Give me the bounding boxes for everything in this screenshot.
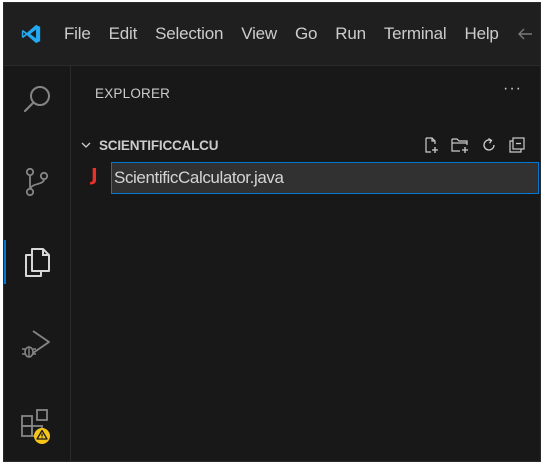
activity-explorer[interactable] [4,232,70,292]
menu-file[interactable]: File [58,3,100,65]
folder-row[interactable]: SCIENTIFICCALCU [71,132,540,158]
folder-actions [422,132,526,158]
activity-run-debug[interactable] [4,314,70,374]
explorer-title: EXPLORER [95,86,171,101]
collapse-all-icon[interactable] [508,136,526,154]
back-arrow-icon[interactable] [516,3,534,65]
explorer-sidebar: EXPLORER ··· SCIENTIFICCALCU J Scientifi… [71,66,540,461]
file-row[interactable]: J [71,162,540,194]
vscode-logo-icon [4,3,58,65]
activity-extensions[interactable] [4,396,70,456]
extensions-icon [21,409,50,444]
menu-view[interactable]: View [232,3,286,65]
refresh-icon[interactable] [480,136,498,154]
new-folder-icon[interactable] [450,136,470,154]
folder-name[interactable]: SCIENTIFICCALCU [99,138,218,153]
explorer-icon [25,248,50,277]
menu-go[interactable]: Go [286,3,326,65]
source-control-icon [25,167,49,197]
more-actions-button[interactable]: ··· [503,80,522,98]
search-icon [23,86,50,113]
menu-run[interactable]: Run [326,3,375,65]
title-bar: File Edit Selection View Go Run Terminal… [4,3,540,66]
menu-edit[interactable]: Edit [100,3,147,65]
run-debug-icon [22,330,50,358]
activity-source-control[interactable] [4,152,70,212]
menu-help[interactable]: Help [456,3,508,65]
menu-selection[interactable]: Selection [146,3,232,65]
menu-terminal[interactable]: Terminal [375,3,456,65]
chevron-down-icon[interactable] [79,138,93,152]
rename-file-input[interactable] [111,162,539,194]
activity-bar [4,66,71,461]
vscode-window: File Edit Selection View Go Run Terminal… [3,2,541,462]
new-file-icon[interactable] [422,136,440,154]
java-file-icon: J [91,165,98,186]
activity-search[interactable] [4,70,70,130]
